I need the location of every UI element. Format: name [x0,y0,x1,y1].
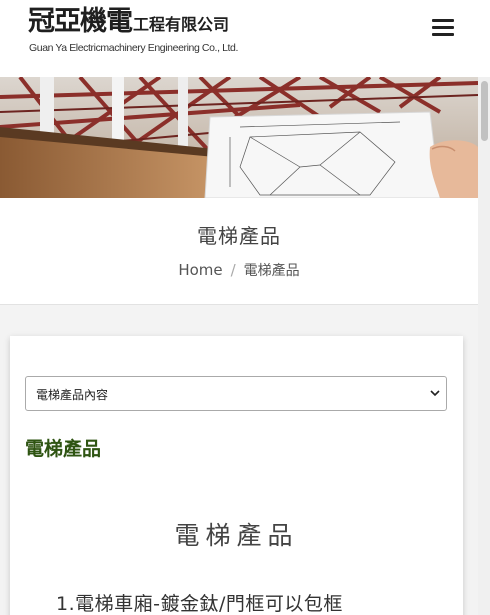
category-select[interactable]: 電梯產品內容 [25,376,447,411]
content-heading: 電梯產品 [174,521,299,550]
logo-subtitle: Guan Ya Electricmachinery Engineering Co… [29,42,239,54]
logo-title: 冠亞機電工程有限公司 [28,8,229,35]
list-item: 1.電梯車廂-鍍金鈦/門框可以包框 [56,593,343,615]
page-title-section: 電梯產品 Home / 電梯產品 [0,198,478,305]
logo-main-text: 冠亞機電 [28,6,133,37]
main-content: 電梯產品內容 電梯產品 電梯產品 1.電梯車廂-鍍金鈦/門框可以包框 [0,306,478,615]
hamburger-menu-icon[interactable] [432,19,454,39]
hero-banner-image [0,77,478,198]
logo-suffix-text: 工程有限公司 [133,15,230,34]
scrollbar-thumb[interactable] [481,81,488,141]
breadcrumb-current: 電梯產品 [243,263,300,279]
breadcrumb: Home / 電梯產品 [0,260,478,280]
chevron-down-icon [430,390,440,397]
breadcrumb-home-link[interactable]: Home [178,261,222,279]
page-scrollbar[interactable] [478,77,490,615]
company-logo[interactable]: 冠亞機電工程有限公司 Guan Ya Electricmachinery Eng… [28,8,268,56]
select-value: 電梯產品內容 [36,388,109,402]
page-title: 電梯產品 [197,224,281,248]
content-card: 電梯產品內容 電梯產品 電梯產品 1.電梯車廂-鍍金鈦/門框可以包框 [10,336,463,615]
breadcrumb-separator: / [230,261,236,279]
site-header: 冠亞機電工程有限公司 Guan Ya Electricmachinery Eng… [0,0,490,77]
section-heading: 電梯產品 [25,438,102,460]
